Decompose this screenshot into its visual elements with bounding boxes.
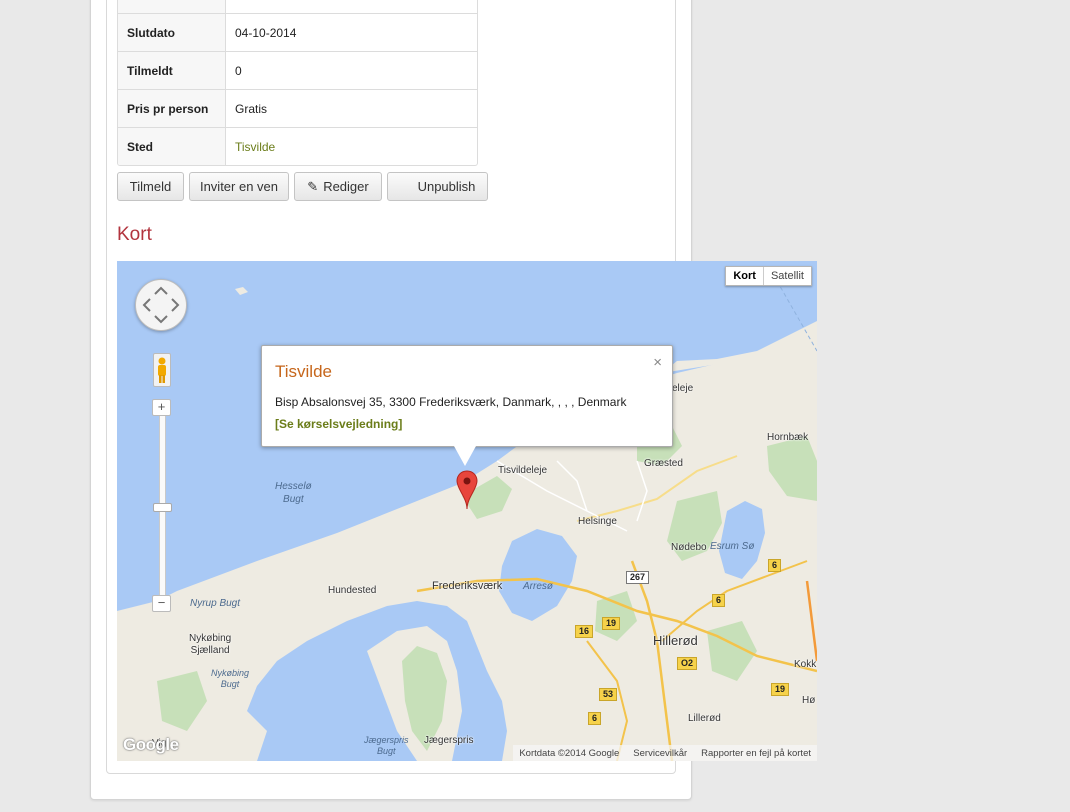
terms-link[interactable]: Servicevilkår bbox=[633, 748, 687, 759]
water-label: Nyrup Bugt bbox=[190, 598, 241, 609]
road-shield: 6 bbox=[712, 594, 726, 607]
close-icon[interactable]: × bbox=[653, 354, 662, 371]
road-shield: 19 bbox=[602, 617, 621, 630]
info-window-title: Tisvilde bbox=[275, 362, 332, 381]
water-label: Arresø bbox=[523, 581, 553, 592]
edit-button-label: Rediger bbox=[323, 179, 369, 194]
place-label: Tisvildeleje bbox=[498, 465, 548, 476]
detail-label bbox=[118, 0, 226, 13]
place-label: Hillerød bbox=[653, 633, 698, 648]
invite-friend-button[interactable]: Inviter en ven bbox=[189, 172, 289, 201]
map-data-credit: Kortdata ©2014 Google bbox=[519, 747, 620, 759]
zoom-in-button[interactable]: + bbox=[152, 399, 171, 416]
place-label: eleje bbox=[672, 383, 694, 394]
map-type-map-button[interactable]: Kort bbox=[726, 267, 764, 285]
place-label: Hornbæk bbox=[767, 432, 809, 443]
place-label: Helsinge bbox=[578, 516, 617, 527]
place-label: Hundested bbox=[328, 585, 377, 596]
directions-link[interactable]: [Se kørselsvejledning] bbox=[275, 417, 402, 431]
table-row bbox=[118, 0, 477, 13]
map-type-satellite-button[interactable]: Satellit bbox=[764, 267, 811, 285]
road-shield: O2 bbox=[677, 657, 698, 670]
road-shield: 267 bbox=[626, 571, 650, 584]
detail-label-price: Pris pr person bbox=[118, 90, 226, 127]
register-button[interactable]: Tilmeld bbox=[117, 172, 184, 201]
location-link[interactable]: Tisvilde bbox=[226, 128, 477, 165]
table-row: Pris pr person Gratis bbox=[118, 89, 477, 127]
zoom-out-button[interactable]: − bbox=[152, 595, 171, 612]
place-label: Hø bbox=[802, 695, 816, 706]
road-shield: 6 bbox=[768, 559, 782, 572]
table-row: Slutdato 04-10-2014 bbox=[118, 13, 477, 51]
map-marker-icon[interactable] bbox=[456, 470, 478, 510]
water-label: Hesselø Bugt bbox=[275, 481, 312, 505]
event-details-table: Slutdato 04-10-2014 Tilmeldt 0 Pris pr p… bbox=[117, 0, 478, 166]
detail-label-location: Sted bbox=[118, 128, 226, 165]
zoom-slider-handle[interactable] bbox=[153, 503, 172, 512]
water-label: Jægerspris Bugt bbox=[364, 735, 409, 756]
place-label: Jægerspris bbox=[424, 735, 474, 746]
invite-button-label: Inviter en ven bbox=[199, 179, 279, 194]
place-label: Græsted bbox=[644, 458, 683, 469]
road-shield: 16 bbox=[575, 625, 594, 638]
pan-control[interactable] bbox=[135, 279, 187, 331]
road-shield: 53 bbox=[599, 688, 618, 701]
place-label: Kokk bbox=[794, 659, 817, 670]
table-row: Tilmeldt 0 bbox=[118, 51, 477, 89]
place-label: Nødebo bbox=[671, 542, 707, 553]
detail-label-registered: Tilmeldt bbox=[118, 52, 226, 89]
road-shield: 6 bbox=[588, 712, 602, 725]
place-label: Frederiksværk bbox=[432, 580, 503, 592]
detail-value bbox=[226, 0, 477, 13]
google-logo[interactable]: Google bbox=[123, 735, 179, 755]
detail-value-price: Gratis bbox=[235, 101, 268, 116]
info-window-tail bbox=[454, 446, 476, 466]
place-label: Nykøbing Sjælland bbox=[189, 633, 232, 656]
pan-arrows-icon bbox=[142, 286, 180, 324]
street-view-pegman-icon[interactable] bbox=[153, 353, 171, 387]
water-label: Nykøbing Bugt bbox=[211, 668, 250, 689]
water-label: Esrum Sø bbox=[710, 541, 755, 552]
detail-value-end-date: 04-10-2014 bbox=[235, 25, 297, 40]
map[interactable]: Kort Satellit + − Tisvildeleje Helsinge … bbox=[117, 261, 817, 761]
edit-button[interactable]: ✎ Rediger bbox=[294, 172, 382, 201]
report-error-link[interactable]: Rapporter en fejl på kortet bbox=[701, 748, 811, 759]
info-window: Tisvilde Bisp Absalonsvej 35, 3300 Frede… bbox=[261, 345, 673, 466]
pencil-icon: ✎ bbox=[307, 178, 319, 194]
place-label: Lillerød bbox=[688, 713, 721, 724]
map-section-title: Kort bbox=[117, 224, 152, 245]
unpublish-button[interactable]: Unpublish bbox=[387, 172, 488, 201]
map-footer: Kortdata ©2014 Google Servicevilkår Rapp… bbox=[513, 745, 817, 761]
unpublish-button-label: Unpublish bbox=[417, 179, 476, 194]
detail-value-registered: 0 bbox=[235, 63, 242, 78]
map-type-control: Kort Satellit bbox=[725, 266, 812, 286]
detail-label-end-date: Slutdato bbox=[118, 14, 226, 51]
table-row: Sted Tisvilde bbox=[118, 127, 477, 165]
info-window-address: Bisp Absalonsvej 35, 3300 Frederiksværk,… bbox=[275, 395, 627, 409]
road-shield: 19 bbox=[771, 683, 790, 696]
register-button-label: Tilmeld bbox=[129, 179, 172, 194]
